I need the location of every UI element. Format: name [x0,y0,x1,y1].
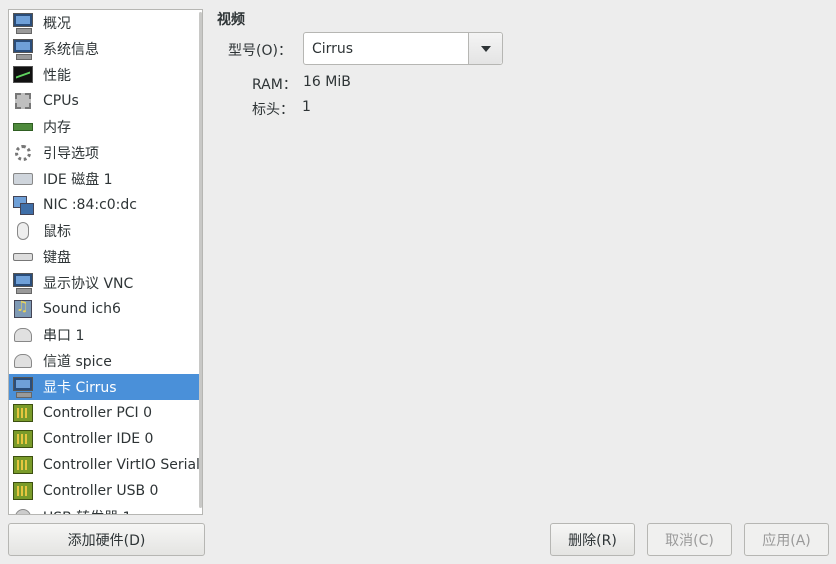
hardware-list-item-label: Controller PCI 0 [43,405,153,421]
add-hardware-button[interactable]: 添加硬件(D) [8,523,205,556]
hardware-list-item[interactable]: Controller VirtIO Serial 0 [9,452,203,478]
serial-icon [12,324,34,346]
hardware-list-item[interactable]: 显示协议 VNC [9,270,201,296]
hardware-list-item[interactable]: 内存 [9,114,201,140]
hardware-list-item-label: Sound ich6 [43,301,121,317]
hardware-list-item[interactable]: 引导选项 [9,140,201,166]
hardware-list-item[interactable]: Controller USB 0 [9,478,201,504]
apply-button[interactable]: 应用(A) [744,523,829,556]
hardware-list-item[interactable]: CPUs [9,88,201,114]
hardware-list-item-label: 性能 [43,68,71,84]
hardware-list-item-label: 串口 1 [43,328,85,344]
controller-icon [12,428,34,450]
keyboard-icon [12,246,34,268]
hardware-list[interactable]: 概况系统信息性能 CPUs 内存引导选项 IDE 磁盘 1 NIC :84:c0:dc 鼠… [8,9,203,515]
hardware-list-item[interactable]: 键盘 [9,244,201,270]
memory-icon [12,116,34,138]
hardware-list-scrollbar[interactable] [199,10,202,514]
performance-icon [12,64,34,86]
hardware-list-item[interactable]: 鼠标 [9,218,201,244]
heads-label: 标头： [252,102,294,118]
hardware-list-item[interactable]: IDE 磁盘 1 [9,166,201,192]
scrollbar-thumb[interactable] [199,12,202,508]
hardware-list-item[interactable]: 信道 spice [9,348,201,374]
hardware-list-item[interactable]: 系统信息 [9,36,201,62]
monitor-icon [12,272,34,294]
ram-value: 16 MiB [303,74,351,90]
hardware-list-item[interactable]: Controller PCI 0 [9,400,201,426]
disk-icon [12,168,34,190]
hardware-list-item-label: 显卡 Cirrus [43,380,117,396]
hardware-list-item[interactable]: Controller IDE 0 [9,426,201,452]
monitor-icon [12,376,34,398]
model-combo[interactable]: Cirrus [303,32,503,65]
hardware-list-item-label: 显示协议 VNC [43,276,134,292]
hardware-list-item[interactable]: USB 转发器 1 [9,504,201,514]
hardware-list-item-label: Controller USB 0 [43,483,159,499]
hardware-list-item-label: 概况 [43,16,71,32]
hardware-list-item-label: 键盘 [43,250,71,266]
hardware-list-item[interactable]: 概况 [9,10,201,36]
hardware-list-item-label: NIC :84:c0:dc [43,197,137,213]
model-dropdown-button[interactable] [468,33,502,64]
hardware-list-item[interactable]: 性能 [9,62,201,88]
hardware-list-item-label: 信道 spice [43,354,112,370]
hardware-list-item-label: 系统信息 [43,42,99,58]
controller-icon [12,454,34,476]
monitor-icon [12,38,34,60]
section-title: 视频 [217,12,245,28]
hardware-list-item-label: CPUs [43,93,79,109]
sound-icon [12,298,34,320]
hardware-list-item-label: 引导选项 [43,146,99,162]
hardware-list-item[interactable]: 串口 1 [9,322,201,348]
hardware-list-item-label: Controller VirtIO Serial 0 [43,457,203,473]
hardware-list-item-label: USB 转发器 1 [43,507,132,514]
hardware-list-item-label: 鼠标 [43,224,71,240]
model-value: Cirrus [312,41,354,57]
chevron-down-icon [481,46,491,52]
cancel-button[interactable]: 取消(C) [647,523,732,556]
controller-icon [12,402,34,424]
heads-value: 1 [302,99,311,115]
remove-button[interactable]: 删除(R) [550,523,635,556]
monitor-icon [12,12,34,34]
hardware-list-item[interactable]: NIC :84:c0:dc [9,192,201,218]
usb-icon [12,506,34,514]
mouse-icon [12,220,34,242]
gear-icon [12,142,34,164]
hardware-list-item-label: Controller IDE 0 [43,431,154,447]
controller-icon [12,480,34,502]
hardware-list-item[interactable]: Sound ich6 [9,296,201,322]
hardware-list-item-label: 内存 [43,120,71,136]
serial-icon [12,350,34,372]
hardware-list-item[interactable]: 显卡 Cirrus [9,374,201,400]
cpu-icon [12,90,34,112]
ram-label: RAM： [252,77,297,93]
model-label: 型号(O)： [228,43,292,59]
hardware-list-item-label: IDE 磁盘 1 [43,172,113,188]
network-icon [12,194,34,216]
